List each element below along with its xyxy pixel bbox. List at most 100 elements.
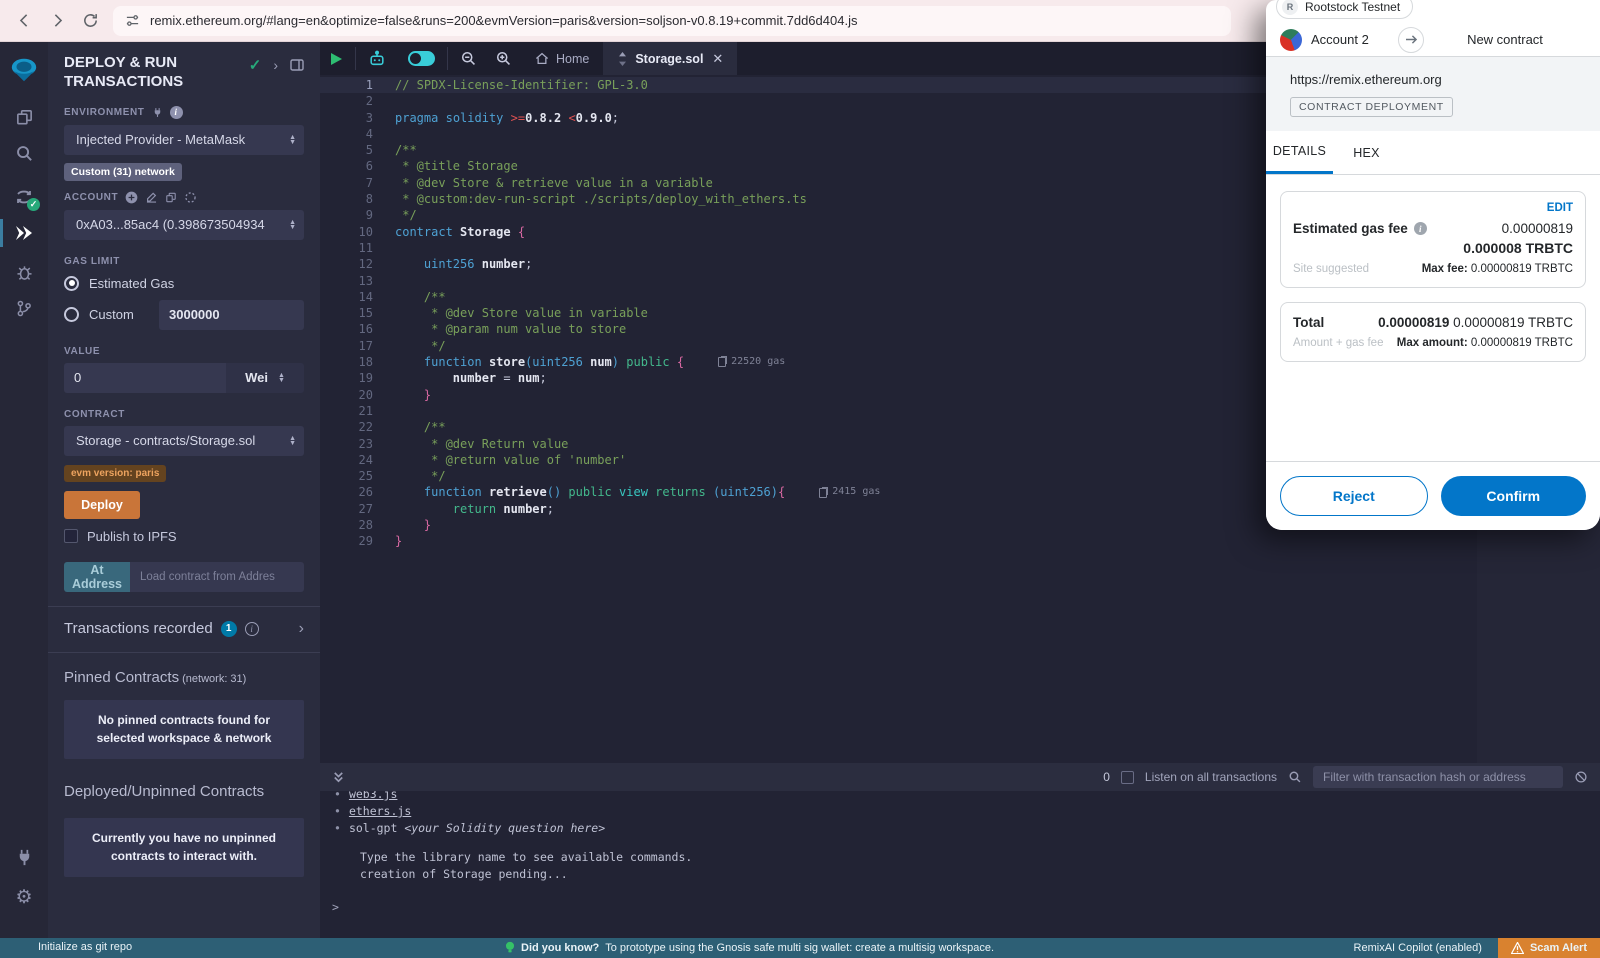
git-icon[interactable] [0, 290, 48, 326]
ai-copilot-icon[interactable] [359, 42, 395, 75]
transaction-filter-input[interactable] [1313, 766, 1563, 788]
value-unit-select[interactable]: Wei ▲▼ [226, 363, 304, 393]
metamask-popup: R Rootstock Testnet Account 2 New contra… [1266, 0, 1600, 530]
from-account[interactable]: Account 2 [1280, 29, 1398, 51]
account-select[interactable]: 0xA03...85ac4 (0.398673504934 ▲▼ [64, 210, 304, 240]
environment-select[interactable]: Injected Provider - MetaMask ▲▼ [64, 125, 304, 155]
amount-gas-label: Amount + gas fee [1293, 337, 1383, 349]
edit-account-icon[interactable] [145, 191, 158, 204]
value-input[interactable] [64, 363, 226, 393]
network-badge: Custom (31) network [64, 163, 182, 181]
line-number: 28 [320, 517, 373, 533]
code-text: /** [395, 419, 446, 435]
tab-storage-sol[interactable]: Storage.sol ✕ [603, 42, 737, 75]
transactions-expand-icon[interactable]: › [299, 620, 304, 638]
custom-gas-option[interactable]: Custom [64, 300, 304, 330]
line-number: 25 [320, 468, 373, 484]
tab-hex[interactable]: HEX [1333, 131, 1400, 174]
pinned-contracts-title: Pinned Contracts (network: 31) [64, 669, 304, 686]
terminal-prompt[interactable]: > [332, 900, 339, 914]
radio-selected-icon[interactable] [64, 276, 79, 291]
line-number: 3 [320, 110, 373, 126]
line-number: 5 [320, 142, 373, 158]
debugger-icon[interactable] [0, 254, 48, 290]
deploy-button[interactable]: Deploy [64, 491, 140, 519]
tab-home[interactable]: Home [521, 42, 603, 75]
publish-checkbox[interactable] [64, 529, 78, 543]
contract-select[interactable]: Storage - contracts/Storage.sol ▲▼ [64, 426, 304, 456]
terminal-output[interactable]: •web3.js•ethers.js•sol-gpt <your Solidit… [320, 791, 1600, 938]
plugin-manager-icon[interactable] [0, 839, 48, 875]
line-number: 19 [320, 370, 373, 386]
terminal-list-item[interactable]: •web3.js [334, 791, 1600, 802]
panel-check-icon: ✓ [249, 56, 262, 74]
address-bar[interactable]: remix.ethereum.org/#lang=en&optimize=fal… [113, 6, 1231, 36]
network-selector[interactable]: R Rootstock Testnet [1276, 0, 1413, 19]
terminal-search-icon[interactable] [1288, 770, 1302, 784]
line-number: 13 [320, 273, 373, 289]
transactions-info-icon[interactable]: i [245, 622, 259, 636]
edit-gas-link[interactable]: EDIT [1293, 202, 1573, 214]
clear-terminal-icon[interactable] [1574, 770, 1588, 784]
code-text: function retrieve() public view returns … [395, 484, 785, 500]
panel-expand-icon[interactable]: › [273, 57, 278, 73]
panel-title: DEPLOY & RUN TRANSACTIONS [64, 54, 232, 92]
zoom-out-icon[interactable] [451, 42, 486, 75]
line-number: 11 [320, 240, 373, 256]
code-text: * @dev Store & retrieve value in a varia… [395, 175, 713, 191]
gas-fee-value: 0.00000819 [1502, 221, 1573, 236]
code-text: /** [395, 142, 417, 158]
copilot-toggle[interactable] [395, 42, 444, 75]
at-address-button[interactable]: At Address [64, 562, 130, 592]
gas-fee-currency: 0.000008 TRBTC [1293, 240, 1573, 256]
chevron-updown-icon: ▲▼ [278, 373, 285, 383]
forward-icon[interactable] [49, 12, 66, 29]
confirm-button[interactable]: Confirm [1441, 476, 1587, 516]
listen-checkbox[interactable] [1121, 771, 1134, 784]
custom-gas-input[interactable] [159, 300, 304, 330]
code-text: } [395, 387, 431, 403]
collapse-terminal-icon[interactable] [332, 771, 345, 784]
reject-button[interactable]: Reject [1280, 476, 1428, 516]
site-settings-icon[interactable] [125, 13, 140, 28]
compile-success-badge: ✓ [27, 198, 40, 211]
transactions-recorded-row: Transactions recorded 1 i › [64, 620, 304, 638]
search-icon[interactable] [0, 135, 48, 171]
publish-ipfs-option[interactable]: Publish to IPFS [64, 529, 304, 544]
settings-icon[interactable]: ⚙ [0, 879, 48, 915]
code-text: } [395, 533, 402, 549]
environment-info-icon[interactable]: i [170, 106, 183, 119]
terminal-toolbar: 0 Listen on all transactions [320, 763, 1600, 791]
add-account-icon[interactable] [125, 191, 138, 204]
code-text: return number; [395, 501, 554, 517]
line-number: 14 [320, 289, 373, 305]
solidity-compiler-icon[interactable]: ✓ [0, 179, 48, 215]
estimated-gas-option[interactable]: Estimated Gas [64, 276, 304, 291]
pin-panel-icon[interactable] [290, 59, 304, 71]
code-line[interactable]: 29} [320, 533, 1600, 549]
total-value: 0.00000819 0.00000819 TRBTC [1378, 315, 1573, 330]
back-icon[interactable] [16, 12, 33, 29]
zoom-in-icon[interactable] [486, 42, 521, 75]
evm-version-badge: evm version: paris [64, 465, 166, 482]
terminal-list-item[interactable]: •ethers.js [334, 804, 1600, 819]
terminal-message: creation of Storage pending... [360, 867, 1600, 882]
terminal-count: 0 [1103, 770, 1110, 784]
radio-unselected-icon[interactable] [64, 307, 79, 322]
run-script-icon[interactable] [320, 42, 352, 75]
gas-info-icon[interactable]: i [1414, 222, 1427, 235]
deploy-and-run-icon[interactable] [0, 215, 48, 251]
copilot-status[interactable]: RemixAI Copilot (enabled) [1354, 942, 1482, 954]
chevron-updown-icon: ▲▼ [289, 436, 296, 446]
scam-alert-button[interactable]: Scam Alert [1498, 938, 1600, 958]
details-hex-tabs: DETAILS HEX [1266, 131, 1600, 175]
copy-address-icon[interactable] [165, 191, 177, 204]
git-init-status[interactable]: Initialize as git repo [38, 941, 132, 953]
tab-details[interactable]: DETAILS [1266, 131, 1333, 174]
at-address-input[interactable] [130, 562, 304, 592]
file-explorer-icon[interactable] [0, 99, 48, 135]
environment-label: ENVIRONMENT i [64, 106, 304, 119]
line-number: 2 [320, 93, 373, 109]
reload-icon[interactable] [82, 12, 99, 29]
close-tab-icon[interactable]: ✕ [712, 51, 723, 67]
